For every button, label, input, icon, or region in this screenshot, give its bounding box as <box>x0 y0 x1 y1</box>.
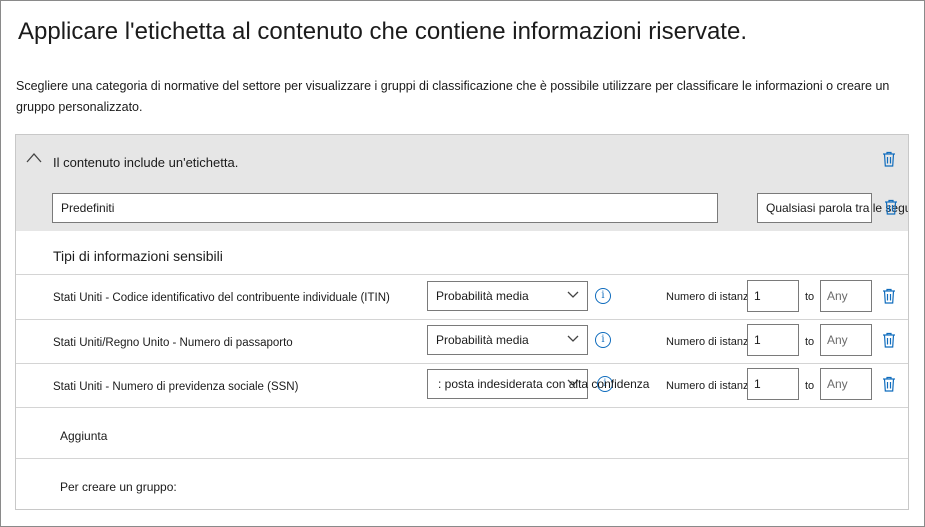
group-name-input[interactable]: Predefiniti <box>52 193 718 223</box>
chevron-down-icon <box>567 335 579 342</box>
divider <box>16 458 908 459</box>
condition-panel: Il contenuto include un'etichetta. Prede… <box>15 134 909 510</box>
max-instances-input[interactable]: Any <box>820 368 872 400</box>
sensitive-type-name: Stati Uniti - Codice identificativo del … <box>53 292 390 304</box>
page-title: Applicare l'etichetta al contenuto che c… <box>18 18 747 45</box>
instances-label: Numero di istanze <box>666 336 755 348</box>
divider <box>16 407 908 408</box>
info-icon[interactable]: i <box>595 288 611 304</box>
sensitive-type-name: Stati Uniti - Numero di previdenza socia… <box>53 381 299 393</box>
divider <box>16 274 908 275</box>
divider <box>16 363 908 364</box>
range-to-label: to <box>805 336 815 348</box>
min-instances-input[interactable]: 1 <box>747 324 799 356</box>
trash-icon[interactable] <box>882 151 896 167</box>
confidence-value: Probabilità media <box>436 289 529 303</box>
confidence-select[interactable]: Probabilità media <box>427 281 588 311</box>
chevron-down-icon <box>567 291 579 298</box>
sensitive-type-name: Stati Uniti/Regno Unito - Numero di pass… <box>53 337 293 349</box>
trash-icon[interactable] <box>882 332 896 348</box>
min-instances-input[interactable]: 1 <box>747 368 799 400</box>
create-group-link[interactable]: Per creare un gruppo: <box>60 480 177 494</box>
divider <box>16 319 908 320</box>
chevron-up-icon[interactable] <box>26 152 42 164</box>
group-name-value: Predefiniti <box>61 201 115 215</box>
instances-label: Numero di istanze <box>666 291 755 303</box>
section-title: Tipi di informazioni sensibili <box>53 248 223 264</box>
max-instances-input[interactable]: Any <box>820 280 872 312</box>
trash-icon[interactable] <box>882 288 896 304</box>
range-to-label: to <box>805 291 815 303</box>
confidence-select[interactable]: Probabilità media <box>427 325 588 355</box>
add-button[interactable]: Aggiunta <box>60 429 107 443</box>
min-instances-input[interactable]: 1 <box>747 280 799 312</box>
page-description: Scegliere una categoria di normative del… <box>16 79 890 114</box>
match-any-button[interactable]: Qualsiasi parola tra le seguenti <box>757 193 908 223</box>
confidence-value: Probabilità media <box>436 333 529 347</box>
range-to-label: to <box>805 380 815 392</box>
confidence-select[interactable]: : posta indesiderata con alta confidenza <box>427 369 649 399</box>
trash-icon[interactable] <box>882 376 896 392</box>
instances-label: Numero di istanze <box>666 380 755 392</box>
info-icon[interactable]: i <box>595 332 611 348</box>
trash-icon[interactable] <box>884 199 898 215</box>
max-instances-input[interactable]: Any <box>820 324 872 356</box>
condition-label: Il contenuto include un'etichetta. <box>53 155 239 170</box>
confidence-value: : posta indesiderata con alta confidenza <box>438 377 650 391</box>
